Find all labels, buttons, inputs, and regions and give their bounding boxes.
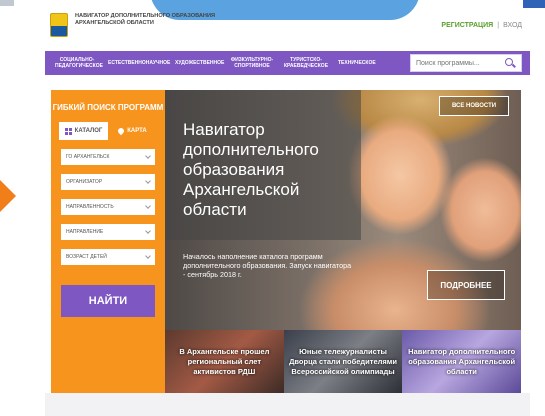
tab-map[interactable]: КАРТА (108, 122, 157, 140)
organizer-select[interactable]: ОРГАНИЗАТОР (61, 174, 155, 190)
news-title: Навигатор дополнительного образования Ар… (408, 346, 516, 376)
more-button[interactable]: ПОДРОБНЕЕ (427, 270, 505, 300)
organizer-value: ОРГАНИЗАТОР (66, 179, 103, 185)
panel-title: ГИБКИЙ ПОИСК ПРОГРАММ (52, 103, 164, 112)
frame-corner-left (0, 0, 14, 6)
nav-item-social[interactable]: СОЦИАЛЬНО-ПЕДАГОГИЧЕСКОЕ (55, 57, 103, 69)
auth-separator: | (497, 22, 500, 29)
tab-catalog[interactable]: КАТАЛОГ (59, 122, 108, 140)
chevron-down-icon (145, 228, 151, 234)
frame-corner-right (523, 0, 545, 8)
nav-item-technical[interactable]: ТЕХНИЧЕСКОЕ (338, 60, 376, 66)
nav-item-art[interactable]: ХУДОЖЕСТВЕННОЕ (175, 60, 224, 66)
news-strip: В Архангельске прошел региональный слет … (165, 330, 522, 393)
news-title: Юные тележурналисты Дворца стали победит… (289, 346, 397, 376)
coat-of-arms-logo[interactable] (50, 13, 68, 37)
news-item[interactable]: Навигатор дополнительного образования Ар… (402, 330, 522, 393)
nav-item-tourism[interactable]: ТУРИСТСКО-КРАЕВЕДЧЕСКОЕ (283, 57, 329, 69)
municipality-value: ГО АРХАНГЕЛЬСК (66, 154, 110, 160)
age-select[interactable]: ВОЗРАСТ ДЕТЕЙ (61, 249, 155, 265)
logo-text[interactable]: Навигатор дополнительного образования Ар… (75, 13, 215, 27)
tab-catalog-label: КАТАЛОГ (74, 128, 103, 134)
nav-item-sport[interactable]: ФИЗКУЛЬТУРНО-СПОРТИВНОЕ (230, 57, 274, 69)
auth-links: РЕГИСТРАЦИЯ | ВХОД (441, 22, 522, 29)
login-link[interactable]: ВХОД (503, 22, 522, 29)
category-nav: СОЦИАЛЬНО-ПЕДАГОГИЧЕСКОЕ ЕСТЕСТВЕННОНАУЧ… (45, 51, 530, 75)
chevron-down-icon (145, 178, 151, 184)
page-bottom-band (45, 393, 530, 416)
direction-select[interactable]: НАПРАВЛЕНИЕ (61, 224, 155, 240)
focus-value: НАПРАВЛЕННОСТЬ (66, 204, 114, 210)
hero-banner: Навигатор дополнительного образования Ар… (165, 90, 521, 330)
age-value: ВОЗРАСТ ДЕТЕЙ (66, 254, 107, 260)
hero-title: Навигатор дополнительного образования Ар… (183, 120, 319, 219)
grid-icon (64, 127, 72, 135)
search-box (410, 54, 522, 72)
hero-description: Началось наполнение каталога программ до… (183, 252, 352, 279)
chevron-down-icon (145, 253, 151, 259)
chevron-down-icon (145, 203, 151, 209)
view-tabs: КАТАЛОГ КАРТА (59, 122, 157, 140)
register-link[interactable]: РЕГИСТРАЦИЯ (441, 22, 493, 29)
site-header: Навигатор дополнительного образования Ар… (45, 10, 530, 44)
nav-item-science[interactable]: ЕСТЕСТВЕННОНАУЧНОЕ (108, 60, 170, 66)
search-icon[interactable] (503, 56, 517, 70)
chevron-down-icon (145, 153, 151, 159)
news-title: В Архангельске прошел региональный слет … (179, 346, 270, 376)
search-input[interactable] (411, 55, 503, 71)
flexible-search-panel: ГИБКИЙ ПОИСК ПРОГРАММ КАТАЛОГ КАРТА ГО А… (51, 90, 165, 393)
municipality-select[interactable]: ГО АРХАНГЕЛЬСК (61, 149, 155, 165)
frame-arrow-left (0, 180, 16, 212)
find-button[interactable]: НАЙТИ (61, 285, 155, 317)
all-news-button[interactable]: ВСЕ НОВОСТИ (439, 96, 509, 116)
map-pin-icon (116, 126, 126, 136)
direction-value: НАПРАВЛЕНИЕ (66, 229, 104, 235)
news-item[interactable]: Юные тележурналисты Дворца стали победит… (283, 330, 403, 393)
tab-map-label: КАРТА (127, 128, 147, 134)
focus-select[interactable]: НАПРАВЛЕННОСТЬ (61, 199, 155, 215)
news-item[interactable]: В Архангельске прошел региональный слет … (165, 330, 284, 393)
